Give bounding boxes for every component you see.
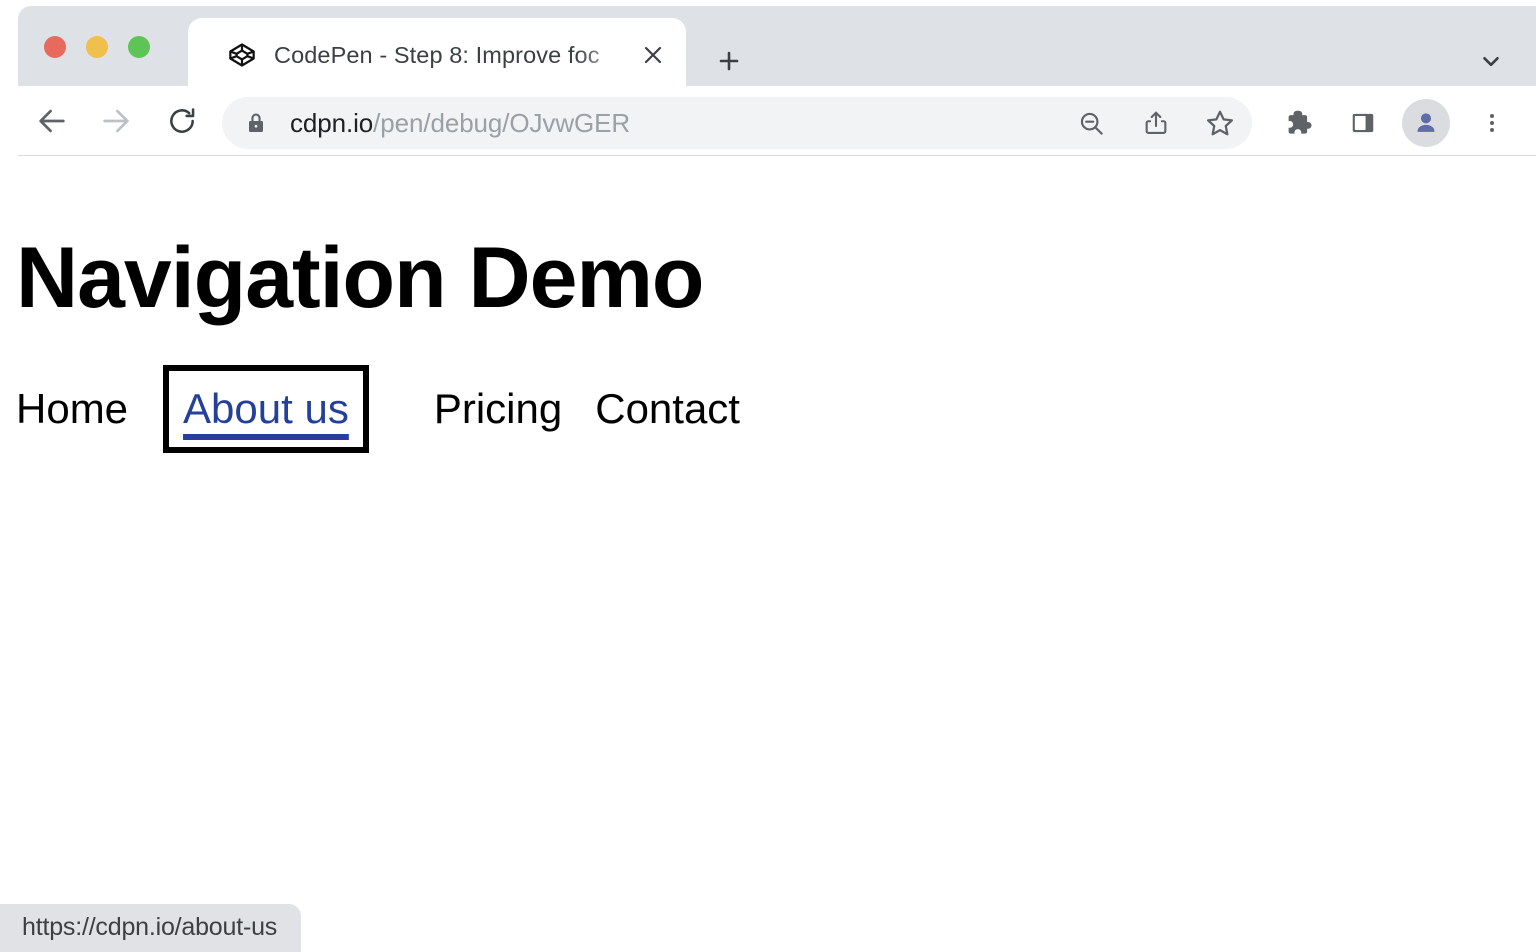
toolbar-separator [18, 155, 1536, 156]
browser-window: CodePen - Step 8: Improve foc [0, 0, 1536, 952]
url-text: cdpn.io/pen/debug/OJvwGER [290, 110, 630, 136]
profile-avatar-icon[interactable] [1402, 99, 1450, 147]
codepen-icon [228, 41, 256, 69]
bookmark-star-icon[interactable] [1197, 100, 1243, 146]
nav-link-about-us[interactable]: About us [183, 385, 349, 433]
three-dot-menu-icon[interactable] [1468, 99, 1516, 147]
zoom-out-icon[interactable] [1068, 100, 1114, 146]
nav-item-contact: Contact [595, 385, 740, 433]
page-title: Navigation Demo [16, 235, 703, 321]
lock-icon[interactable] [244, 111, 268, 135]
close-tab-button[interactable] [638, 40, 668, 70]
back-button[interactable] [28, 97, 76, 145]
reload-button[interactable] [158, 97, 206, 145]
forward-button [92, 97, 140, 145]
nav-link-contact[interactable]: Contact [595, 385, 740, 433]
nav-item-home: Home [16, 385, 128, 433]
tab-strip: CodePen - Step 8: Improve foc [18, 6, 1536, 86]
window-controls [44, 36, 150, 58]
url-host: cdpn.io [290, 108, 373, 138]
maximize-window-button[interactable] [128, 36, 150, 58]
share-icon[interactable] [1133, 100, 1179, 146]
status-bar-url: https://cdpn.io/about-us [0, 904, 301, 952]
page-viewport: Navigation Demo Home About us Pricing Co… [0, 157, 1536, 952]
new-tab-button[interactable] [706, 38, 752, 84]
close-window-button[interactable] [44, 36, 66, 58]
nav-item-about-us: About us [183, 385, 349, 433]
browser-tab-active[interactable]: CodePen - Step 8: Improve foc [188, 18, 686, 92]
minimize-window-button[interactable] [86, 36, 108, 58]
nav-link-home[interactable]: Home [16, 385, 128, 433]
chevron-down-icon[interactable] [1468, 38, 1514, 84]
avatar [1402, 99, 1450, 147]
extensions-puzzle-icon[interactable] [1275, 99, 1323, 147]
url-path: /pen/debug/OJvwGER [373, 108, 630, 138]
tab-title: CodePen - Step 8: Improve foc [274, 41, 634, 69]
nav-item-pricing: Pricing [434, 385, 562, 433]
side-panel-icon[interactable] [1339, 99, 1387, 147]
site-navigation: Home About us Pricing Contact [16, 385, 740, 433]
nav-link-pricing[interactable]: Pricing [434, 385, 562, 433]
